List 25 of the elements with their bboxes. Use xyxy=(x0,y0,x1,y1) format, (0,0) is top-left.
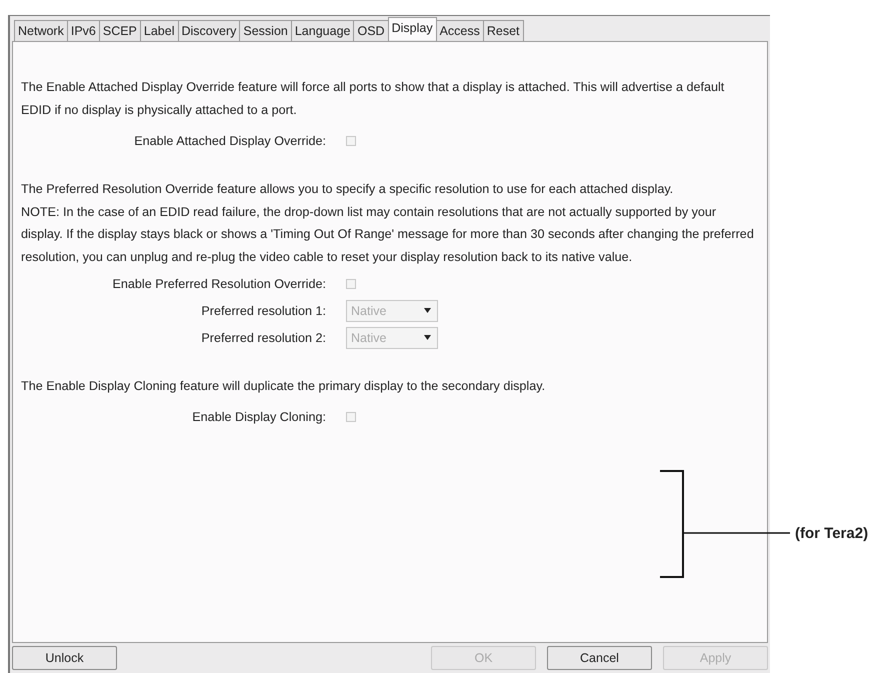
tab[interactable]: Network xyxy=(14,20,68,41)
tab[interactable]: Discovery xyxy=(178,20,240,41)
description-text: The Enable Display Cloning feature will duplicate the primary display to the secondary display. xyxy=(21,378,546,395)
tab[interactable]: Session xyxy=(239,20,292,41)
tab[interactable]: Language xyxy=(290,20,354,41)
setting-label: Enable Preferred Resolution Override: xyxy=(111,276,327,290)
setting-label: Preferred resolution 1: xyxy=(200,304,327,318)
tab[interactable]: Label xyxy=(140,20,178,41)
dialog-button[interactable]: Unlock xyxy=(12,646,117,670)
annotation-label: (for Tera2) xyxy=(795,525,868,542)
dialog-button[interactable]: Cancel xyxy=(547,646,652,670)
tab[interactable]: Reset xyxy=(482,20,524,41)
setting-label: Enable Display Cloning: xyxy=(191,410,327,424)
tab[interactable]: IPv6 xyxy=(66,20,100,41)
tab[interactable]: SCEP xyxy=(98,20,141,41)
tab[interactable]: Display xyxy=(388,17,437,40)
tab[interactable]: OSD xyxy=(353,20,389,41)
setting-label: Enable Attached Display Override: xyxy=(133,134,327,148)
description-text: The Preferred Resolution Override feature allows you to specify a specific resolution to use for each attached display. xyxy=(21,181,674,198)
setting-label: Preferred resolution 2: xyxy=(200,330,327,344)
tab[interactable]: Access xyxy=(436,20,484,41)
description-text: NOTE: In the case of an EDID read failure, the drop-down list may contain resolutions that are not actually supported by your display. If the display stays black or shows a 'Timing Out Of Range' message for more than 30 seconds after changing the preferred resolution, you can unplug and re-plug the video cable to reset your display resolution back to its native value. xyxy=(21,204,755,266)
caret-icon xyxy=(424,335,431,340)
description-text: The Enable Attached Display Override feature will force all ports to show that a display is attached. This will advertise a default EDID if no display is physically attached to a port. xyxy=(21,79,726,119)
caret-icon xyxy=(424,308,431,313)
